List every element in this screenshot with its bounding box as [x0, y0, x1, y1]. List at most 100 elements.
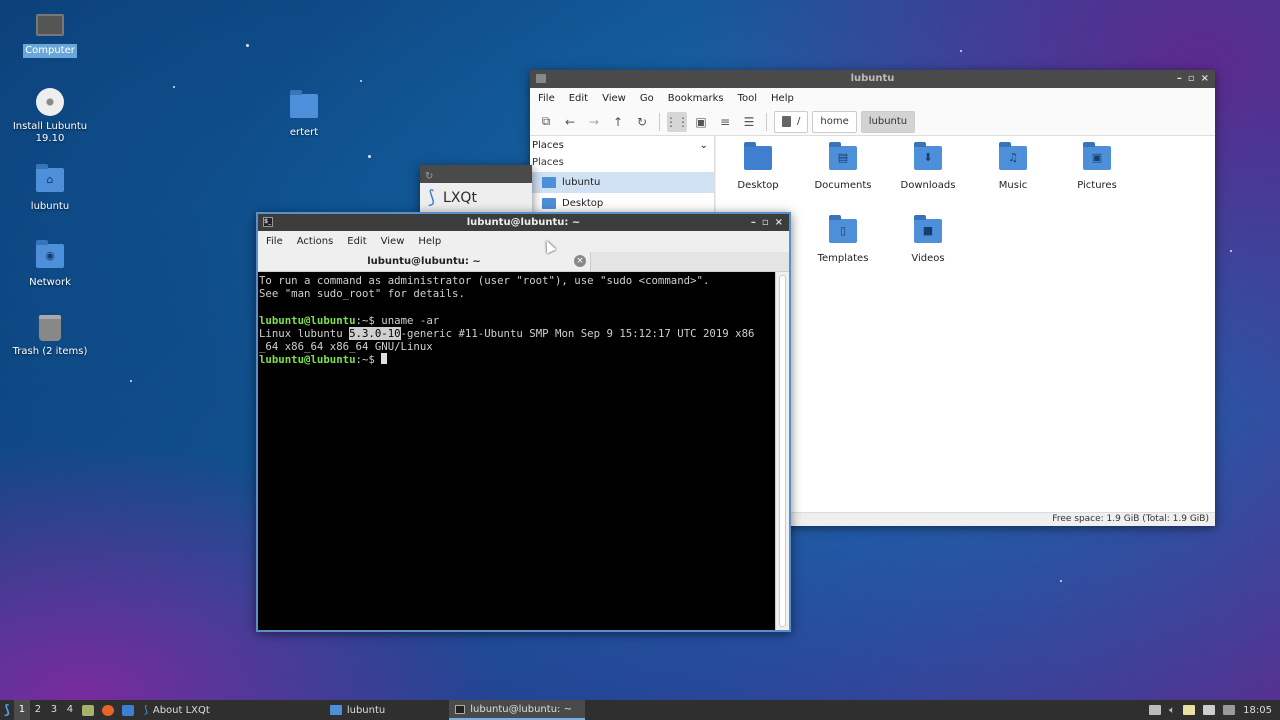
- places-dropdown[interactable]: Places ⌄: [530, 136, 714, 154]
- menu-tool[interactable]: Tool: [738, 93, 757, 104]
- workspace-2[interactable]: 2: [30, 700, 46, 720]
- display-icon[interactable]: [1203, 705, 1216, 715]
- detailed-view-button[interactable]: ☰: [739, 112, 759, 132]
- desktop-icon-network[interactable]: ◉ Network: [5, 240, 95, 290]
- terminal-line: To run a command as administrator (user …: [259, 274, 710, 287]
- desktop-folder-icon: [542, 198, 556, 209]
- file-item-pictures[interactable]: ▣ Pictures: [1055, 140, 1139, 191]
- desktop-icon-trash[interactable]: Trash (2 items): [5, 315, 95, 359]
- reload-icon[interactable]: ↻: [632, 112, 652, 132]
- documents-folder-icon: ▤: [829, 142, 857, 170]
- file-item-templates[interactable]: ▯ Templates: [801, 213, 885, 264]
- desktop-icon-ertert[interactable]: ertert: [259, 90, 349, 140]
- terminal-line: See "man sudo_root" for details.: [259, 287, 465, 301]
- terminal-menubar: File Actions Edit View Help: [258, 231, 789, 252]
- up-arrow-icon[interactable]: ↑: [608, 112, 628, 132]
- file-item-music[interactable]: ♫ Music: [971, 140, 1055, 191]
- network-folder-icon: ◉: [36, 240, 64, 268]
- start-menu-button[interactable]: ⟆: [0, 700, 14, 720]
- breadcrumb-root[interactable]: /: [774, 110, 809, 133]
- icon-view-button[interactable]: ⋮⋮: [665, 111, 689, 132]
- file-item-videos[interactable]: ■ Videos: [886, 213, 970, 264]
- back-arrow-icon[interactable]: ←: [560, 112, 580, 132]
- file-item-desktop[interactable]: Desktop: [716, 140, 800, 191]
- menu-view[interactable]: View: [381, 236, 405, 247]
- thumbnail-view-button[interactable]: ▣: [691, 112, 711, 132]
- breadcrumb-home[interactable]: home: [812, 110, 857, 133]
- minimize-button[interactable]: –: [1177, 70, 1182, 88]
- desktop-icon-home[interactable]: ⌂ lubuntu: [5, 164, 95, 214]
- task-label: lubuntu@lubuntu: ~: [470, 703, 572, 715]
- menu-actions[interactable]: Actions: [297, 236, 334, 247]
- workspace-4[interactable]: 4: [62, 700, 78, 720]
- menu-go[interactable]: Go: [640, 93, 654, 104]
- workspace-3[interactable]: 3: [46, 700, 62, 720]
- menu-bookmarks[interactable]: Bookmarks: [668, 93, 724, 104]
- about-title: LXQt: [443, 189, 477, 206]
- prompt-suffix: :~$: [355, 353, 375, 367]
- clipboard-icon[interactable]: [1183, 705, 1196, 715]
- clock[interactable]: 18:05: [1243, 705, 1272, 716]
- tab-close-icon[interactable]: ×: [574, 255, 586, 267]
- workspace-1[interactable]: 1: [13, 700, 30, 720]
- taskbar: ⟆ 1 2 3 4 ⟆ About LXQt lubuntu lubuntu@l…: [0, 700, 1280, 720]
- terminal-window[interactable]: $_ lubuntu@lubuntu: ~ – ▫ × File Actions…: [256, 212, 791, 632]
- maximize-button[interactable]: ▫: [1188, 70, 1195, 88]
- file-item-documents[interactable]: ▤ Documents: [801, 140, 885, 191]
- music-folder-icon: ♫: [999, 142, 1027, 170]
- command-text: uname -ar: [374, 313, 440, 327]
- menu-edit[interactable]: Edit: [347, 236, 366, 247]
- about-lxqt-titlebar[interactable]: ↻: [420, 165, 532, 183]
- terminal-titlebar[interactable]: $_ lubuntu@lubuntu: ~ – ▫ ×: [258, 214, 789, 231]
- templates-folder-icon: ▯: [829, 215, 857, 243]
- sidebar-item-lubuntu[interactable]: lubuntu: [530, 172, 714, 193]
- terminal-tab[interactable]: lubuntu@lubuntu: ~: [258, 252, 591, 271]
- lxqt-small-icon: ↻: [425, 171, 434, 182]
- home-folder-icon: [542, 177, 556, 188]
- file-item-downloads[interactable]: ⬇ Downloads: [886, 140, 970, 191]
- breadcrumb-lubuntu[interactable]: lubuntu: [860, 110, 916, 133]
- task-about-lxqt[interactable]: ⟆ About LXQt: [138, 700, 216, 720]
- quicklaunch-desktop[interactable]: [118, 700, 138, 720]
- network-icon[interactable]: [1223, 705, 1236, 715]
- prompt-suffix: :~$: [355, 313, 375, 327]
- menu-view[interactable]: View: [602, 93, 626, 104]
- minimize-button[interactable]: –: [751, 214, 756, 231]
- desktop-icon-install[interactable]: Install Lubuntu 19.10: [5, 88, 95, 146]
- forward-arrow-icon[interactable]: →: [584, 112, 604, 132]
- file-item-label: Templates: [817, 253, 869, 264]
- file-manager-titlebar[interactable]: lubuntu – ▫ ×: [530, 70, 1215, 88]
- close-button[interactable]: ×: [1201, 70, 1209, 88]
- places-section-title: Places: [532, 157, 564, 168]
- menu-help[interactable]: Help: [771, 93, 794, 104]
- show-desktop-icon: [121, 704, 134, 716]
- new-tab-button[interactable]: ⧉: [536, 112, 556, 132]
- volume-icon[interactable]: 🔈︎: [1169, 705, 1175, 716]
- text-cursor: [381, 353, 388, 365]
- terminal-output[interactable]: To run a command as administrator (user …: [258, 272, 776, 630]
- menu-file[interactable]: File: [266, 236, 283, 247]
- battery-icon[interactable]: [1149, 705, 1162, 715]
- menu-edit[interactable]: Edit: [569, 93, 588, 104]
- sidebar-item-desktop[interactable]: Desktop: [530, 193, 714, 214]
- task-terminal[interactable]: lubuntu@lubuntu: ~: [449, 700, 586, 720]
- menu-help[interactable]: Help: [418, 236, 441, 247]
- about-lxqt-window[interactable]: ↻ ⟆ LXQt: [420, 165, 532, 215]
- output-text: -generic #11-Ubuntu SMP Mon Sep 9 15:12:…: [400, 326, 755, 340]
- terminal-scrollbar[interactable]: [775, 272, 789, 630]
- task-label: About LXQt: [152, 704, 210, 716]
- quicklaunch-firefox[interactable]: [98, 700, 118, 720]
- wallpaper-star: [130, 380, 132, 382]
- desktop-icon-computer[interactable]: Computer: [5, 14, 95, 58]
- maximize-button[interactable]: ▫: [762, 214, 769, 231]
- compact-view-button[interactable]: ≡: [715, 112, 735, 132]
- menu-file[interactable]: File: [538, 93, 555, 104]
- output-text: Linux lubuntu: [259, 326, 350, 340]
- quicklaunch-file-manager[interactable]: [78, 700, 98, 720]
- close-button[interactable]: ×: [775, 214, 783, 231]
- wallpaper-star: [368, 155, 371, 158]
- wallpaper-star: [360, 80, 362, 82]
- task-lubuntu[interactable]: lubuntu: [324, 700, 391, 720]
- scrollbar-thumb[interactable]: [779, 275, 786, 627]
